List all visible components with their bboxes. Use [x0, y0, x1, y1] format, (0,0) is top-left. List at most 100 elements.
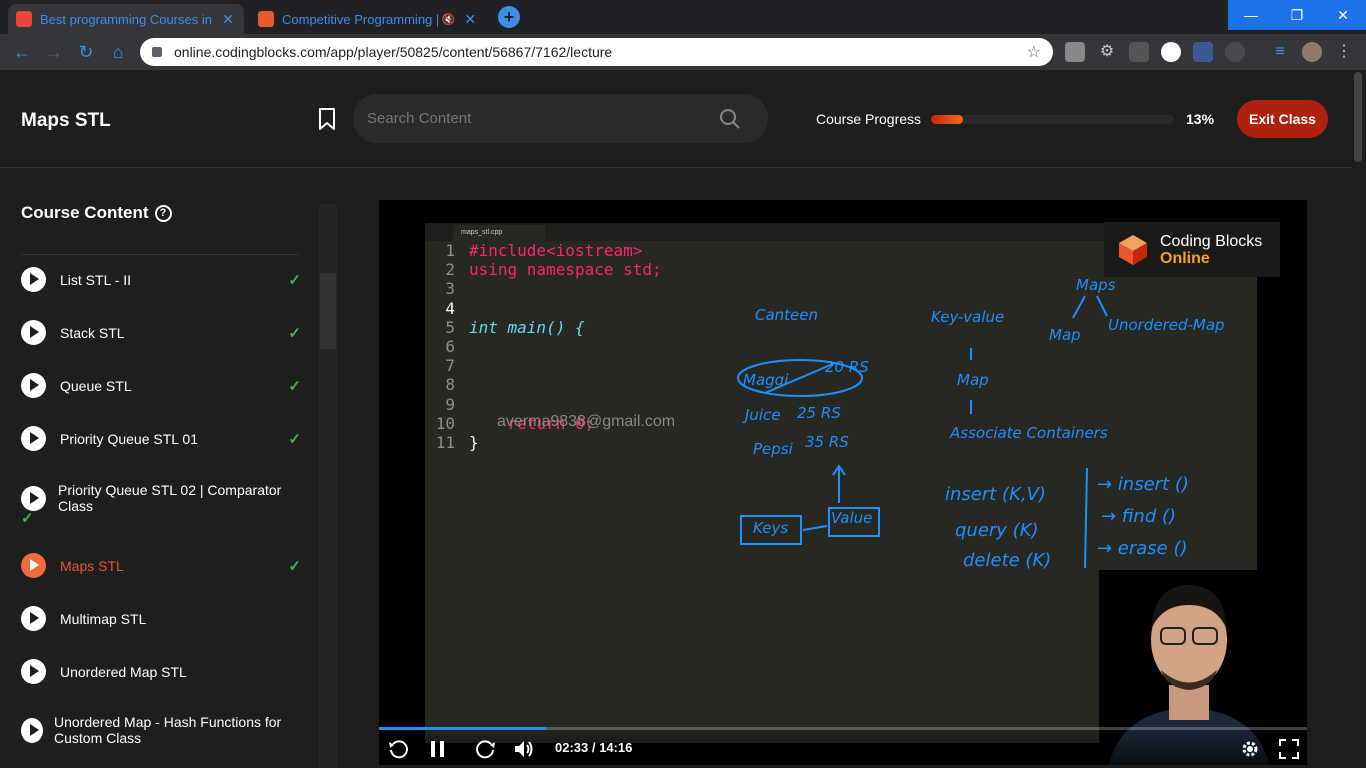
email-watermark: averma9838@gmail.com — [497, 413, 676, 430]
back-icon[interactable]: ← — [11, 41, 33, 63]
tab-title: Best programming Courses in De — [40, 11, 216, 27]
sidebar-item-label: Maps STL — [60, 557, 124, 574]
rewind-10-icon[interactable] — [387, 738, 409, 760]
sidebar-item-label: Queue STL — [60, 377, 132, 394]
sidebar-item-priority-queue-stl-02[interactable]: Priority Queue STL 02 | Comparator Class — [21, 482, 301, 514]
play-icon — [21, 485, 46, 511]
bookmark-icon[interactable] — [318, 108, 336, 130]
sidebar-item-label: Priority Queue STL 02 | Comparator Class — [58, 482, 282, 514]
annotation-canteen: Canteen — [755, 306, 818, 324]
codingblocks-favicon-icon — [16, 11, 32, 27]
volume-icon[interactable] — [513, 738, 535, 760]
sidebar-scrollbar-thumb[interactable] — [320, 273, 336, 349]
line-number: 8 — [445, 375, 455, 395]
sidebar-item-maps-stl[interactable]: Maps STL ✓ — [21, 553, 301, 578]
logo-text-line2: Online — [1160, 249, 1210, 267]
sidebar-item-stack-stl[interactable]: Stack STL ✓ — [21, 320, 301, 345]
browser-tab-bar: Best programming Courses in De ✕ Competi… — [0, 0, 1366, 34]
new-tab-button[interactable]: + — [498, 6, 520, 28]
play-icon — [21, 659, 46, 684]
coding-blocks-cube-icon — [1119, 234, 1147, 265]
sidebar-item-list-stl-ii[interactable]: List STL - II ✓ — [21, 267, 301, 292]
gear-extension-icon[interactable]: ⚙ — [1097, 42, 1117, 62]
line-number: 2 — [445, 260, 455, 280]
line-number: 7 — [445, 356, 455, 376]
search-box — [353, 94, 768, 143]
forward-icon[interactable]: → — [43, 41, 65, 63]
extension-icon[interactable] — [1225, 42, 1245, 62]
sidebar-item-label: Priority Queue STL 01 — [60, 430, 198, 447]
gear-icon[interactable] — [1239, 738, 1261, 760]
line-number: 3 — [445, 279, 455, 299]
annotation-erase-fn: → erase () — [1097, 538, 1188, 559]
course-sidebar: Course Content ? List STL - II ✓ Stack S… — [0, 169, 340, 768]
annotation-maps: Maps — [1076, 276, 1116, 294]
extension-icon[interactable] — [1129, 42, 1149, 62]
mute-icon[interactable]: 🔇 — [441, 13, 457, 26]
seek-bar-played — [379, 727, 547, 730]
annotation-delete-k: delete (K) — [963, 550, 1051, 571]
browser-tab-2[interactable]: Competitive Programming | 🔇 ✕ — [250, 4, 486, 34]
video-player[interactable]: maps_stl.cpp 1 #include<iostream> 2 usin… — [379, 200, 1307, 765]
seek-bar[interactable] — [379, 727, 1307, 730]
profile-avatar[interactable] — [1302, 42, 1322, 62]
page-title: Maps STL — [21, 110, 111, 131]
check-icon: ✓ — [288, 271, 301, 289]
pause-icon[interactable] — [427, 738, 449, 760]
extension-icon[interactable] — [1161, 42, 1181, 62]
playlist-icon[interactable]: ≡ — [1270, 42, 1290, 62]
sidebar-item-label: Multimap STL — [60, 610, 147, 627]
forward-10-icon[interactable] — [475, 738, 497, 760]
play-icon — [21, 606, 46, 631]
page-scrollbar[interactable] — [1352, 70, 1366, 768]
course-progress-label: Course Progress — [816, 111, 922, 127]
play-icon — [21, 267, 46, 292]
exit-class-button[interactable]: Exit Class — [1237, 100, 1328, 138]
facebook-icon[interactable] — [1193, 42, 1213, 62]
star-icon[interactable]: ☆ — [1027, 42, 1041, 62]
search-icon[interactable] — [719, 108, 741, 130]
app-header: Maps STL Course Progress 13% Exit Class — [0, 70, 1366, 168]
search-input[interactable] — [367, 106, 727, 130]
minimize-window-button[interactable]: — — [1228, 0, 1274, 30]
close-tab-icon[interactable]: ✕ — [220, 11, 236, 28]
annotation-unordered-map: Unordered-Map — [1108, 316, 1225, 334]
course-content-heading: Course Content ? — [21, 203, 172, 223]
annotation-map-2: Map — [1049, 326, 1081, 344]
home-icon[interactable]: ⌂ — [107, 41, 129, 63]
play-icon — [21, 373, 46, 398]
close-window-button[interactable]: ✕ — [1320, 0, 1366, 30]
divider — [21, 254, 299, 255]
sidebar-item-unordered-map-hash[interactable]: Unordered Map - Hash Functions for Custo… — [21, 714, 301, 746]
line-number: 1 — [445, 241, 455, 260]
reload-icon[interactable]: ↻ — [75, 41, 97, 63]
menu-icon[interactable]: ⋮ — [1334, 42, 1354, 62]
extension-icon[interactable] — [1065, 42, 1085, 62]
check-icon: ✓ — [288, 430, 301, 448]
line-number: 10 — [435, 413, 455, 433]
restore-window-button[interactable]: ❐ — [1274, 0, 1320, 30]
check-icon: ✓ — [21, 510, 34, 527]
address-bar[interactable]: online.codingblocks.com/app/player/50825… — [140, 38, 1053, 66]
sidebar-item-label: Unordered Map STL — [60, 663, 187, 680]
coding-blocks-logo: Coding Blocks Online — [1104, 222, 1280, 277]
line-number: 4 — [445, 298, 455, 318]
sidebar-item-priority-queue-stl-01[interactable]: Priority Queue STL 01 ✓ — [21, 426, 301, 451]
annotation-pepsi: Pepsi — [753, 440, 794, 458]
help-icon[interactable]: ? — [154, 204, 172, 222]
page-scrollbar-thumb[interactable] — [1354, 72, 1362, 162]
annotation-insert-kv: insert (K,V) — [945, 484, 1046, 505]
sidebar-item-unordered-map-stl[interactable]: Unordered Map STL — [21, 659, 301, 684]
browser-tab-1[interactable]: Best programming Courses in De ✕ — [8, 4, 244, 34]
code-line: } — [469, 433, 479, 452]
sidebar-item-label: Unordered Map - Hash Functions for Custo… — [54, 714, 282, 746]
close-tab-icon[interactable]: ✕ — [463, 11, 479, 28]
fullscreen-icon[interactable] — [1278, 738, 1300, 760]
lock-icon — [152, 47, 162, 57]
annotation-insert-fn: → insert () — [1097, 474, 1189, 495]
sidebar-item-queue-stl[interactable]: Queue STL ✓ — [21, 373, 301, 398]
sidebar-item-multimap-stl[interactable]: Multimap STL — [21, 606, 301, 631]
line-number: 11 — [435, 433, 455, 452]
annotation-find-fn: → find () — [1101, 506, 1176, 527]
annotation-juice: Juice — [742, 406, 781, 424]
